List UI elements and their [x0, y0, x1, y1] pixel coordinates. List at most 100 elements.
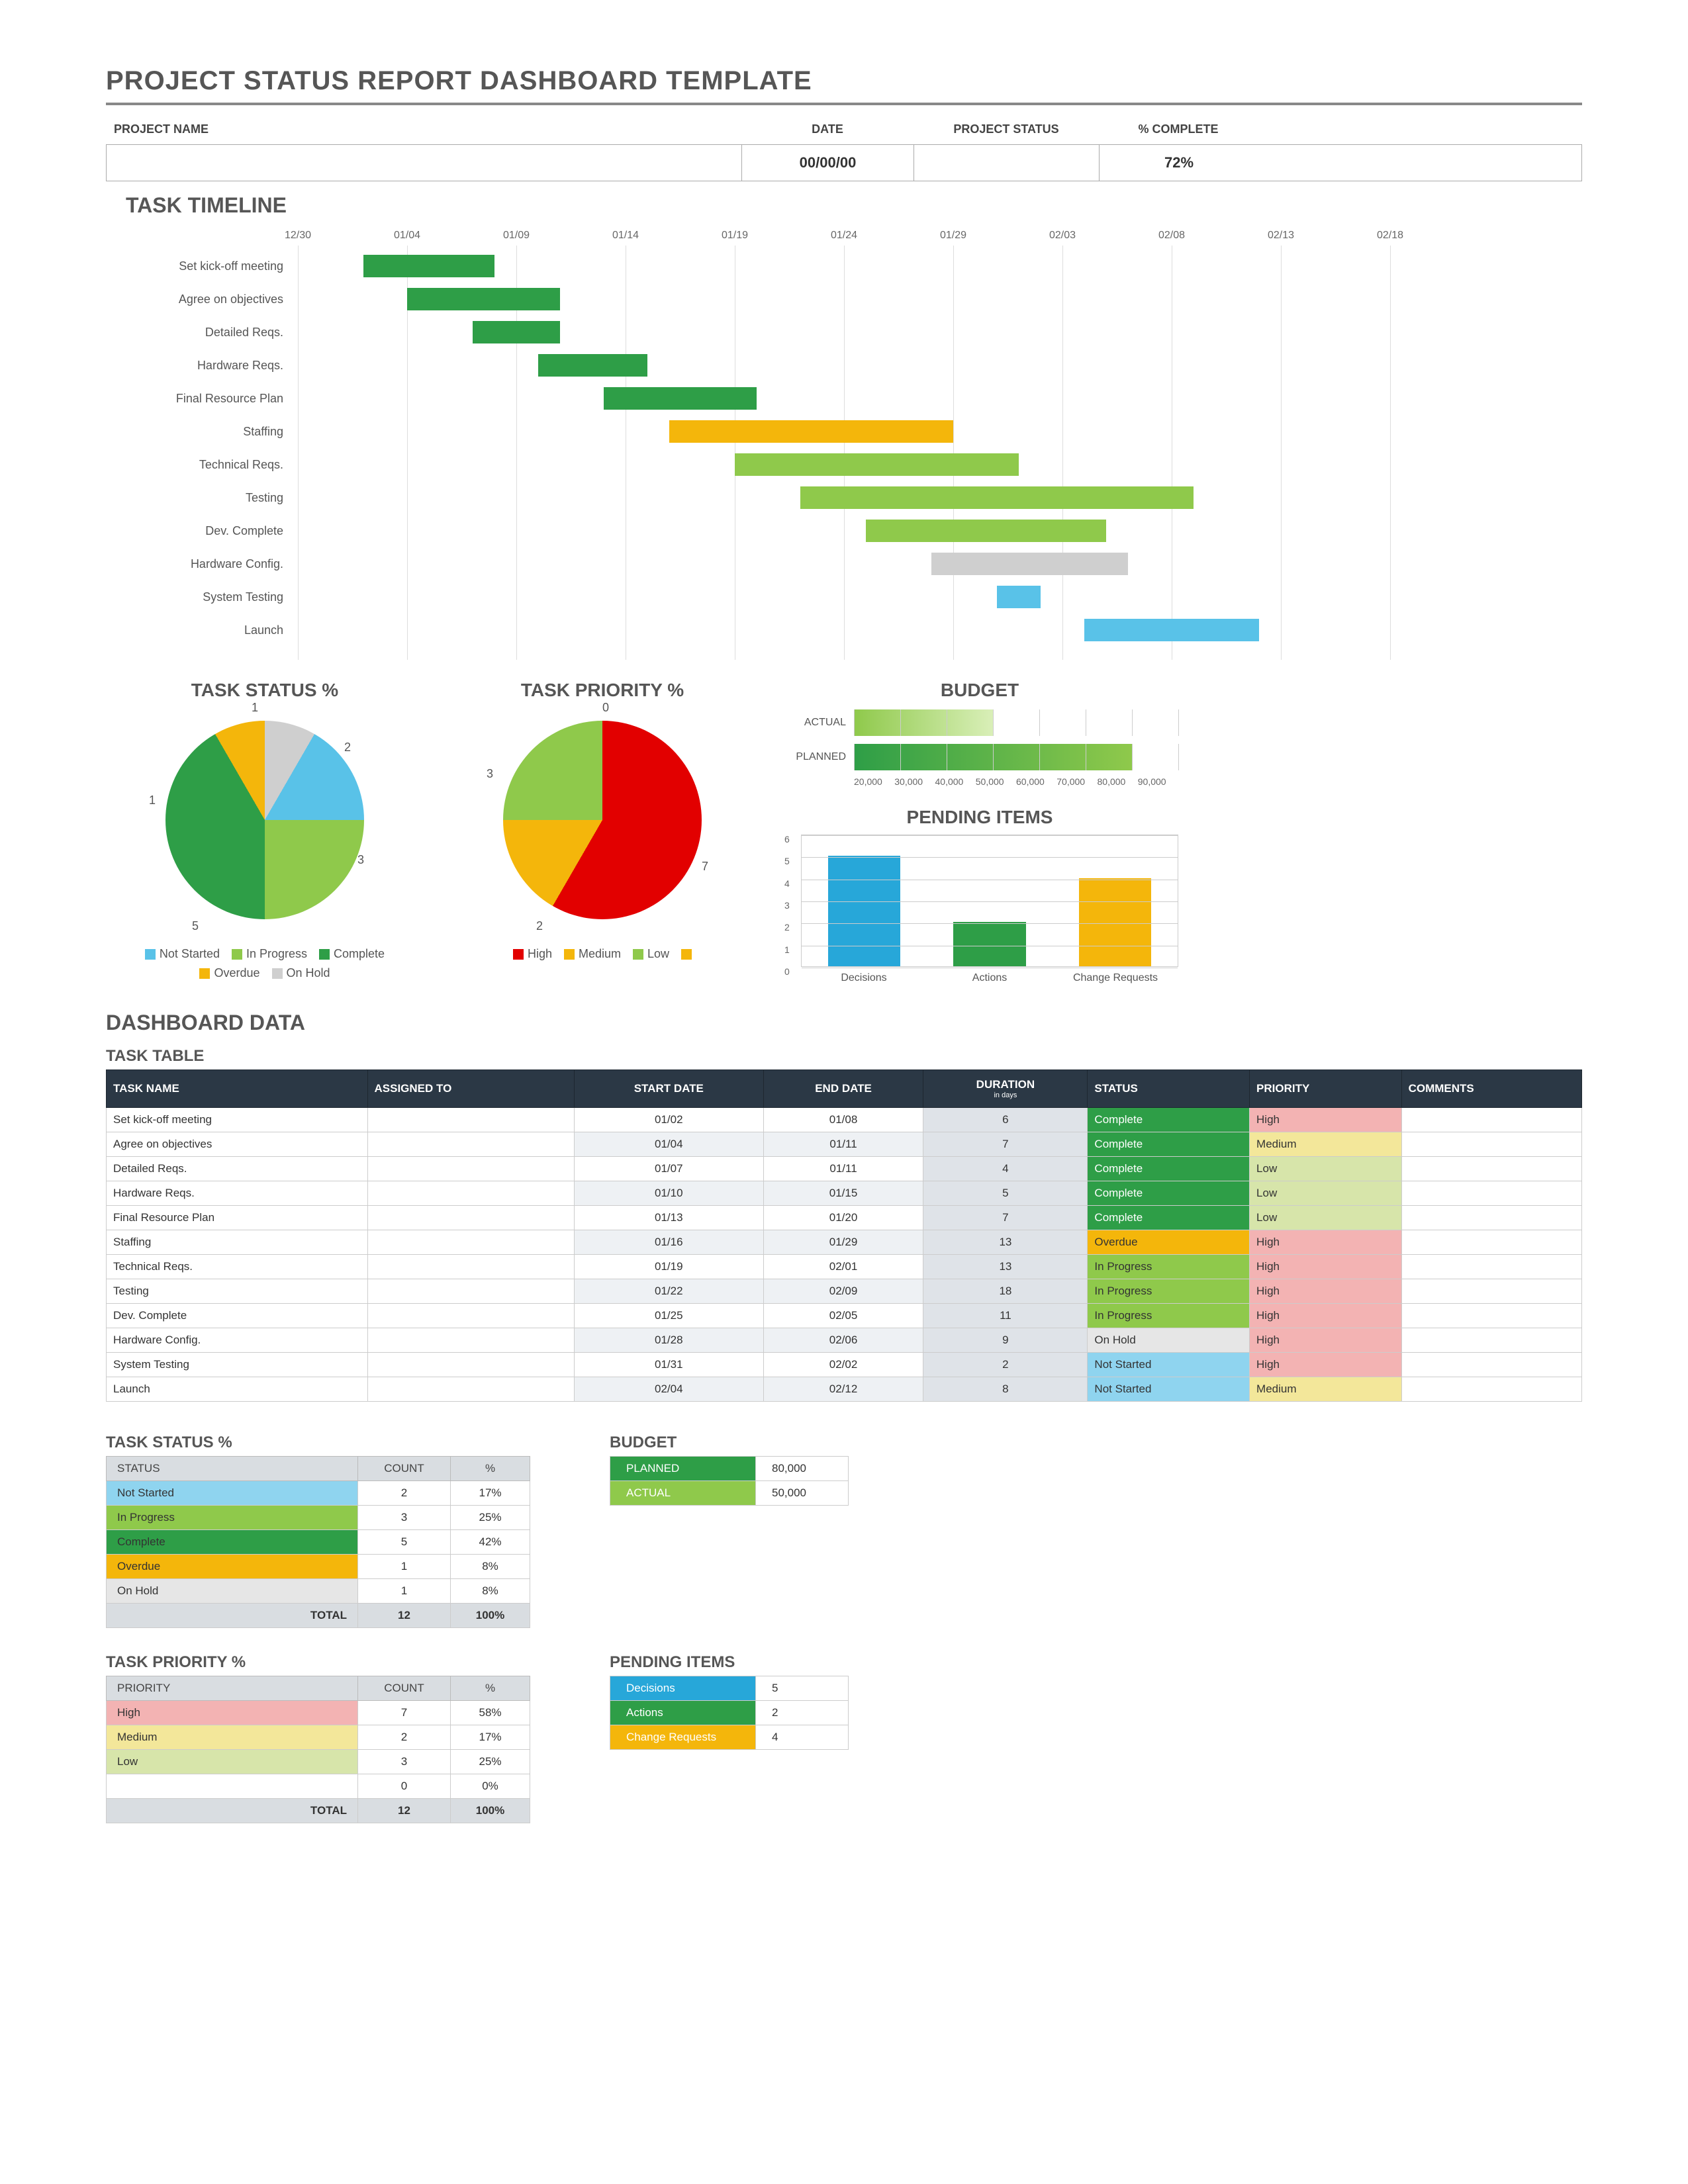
sum-pct: 8%	[451, 1579, 530, 1604]
cell-assigned[interactable]	[367, 1304, 574, 1328]
cell-assigned[interactable]	[367, 1132, 574, 1157]
cell-end[interactable]: 02/09	[763, 1279, 923, 1304]
cell-comments[interactable]	[1401, 1181, 1581, 1206]
cell-comments[interactable]	[1401, 1157, 1581, 1181]
cell-comments[interactable]	[1401, 1377, 1581, 1402]
value-date[interactable]: 00/00/00	[742, 145, 914, 181]
cell-start[interactable]: 01/31	[574, 1353, 763, 1377]
cell-task-name[interactable]: Detailed Reqs.	[107, 1157, 368, 1181]
cell-task-name[interactable]: Launch	[107, 1377, 368, 1402]
legend-item: Not Started	[145, 947, 220, 961]
cell-status[interactable]: Not Started	[1088, 1353, 1250, 1377]
pending-y-tick: 1	[784, 944, 790, 955]
sum-pct: 0%	[451, 1774, 530, 1799]
cell-status[interactable]: Complete	[1088, 1181, 1250, 1206]
cell-priority[interactable]: High	[1250, 1279, 1402, 1304]
cell-task-name[interactable]: Agree on objectives	[107, 1132, 368, 1157]
cell-task-name[interactable]: Hardware Reqs.	[107, 1181, 368, 1206]
cell-start[interactable]: 01/13	[574, 1206, 763, 1230]
cell-end[interactable]: 01/29	[763, 1230, 923, 1255]
cell-end[interactable]: 01/08	[763, 1108, 923, 1132]
cell-task-name[interactable]: Dev. Complete	[107, 1304, 368, 1328]
sum-row: Overdue18%	[107, 1555, 530, 1579]
cell-assigned[interactable]	[367, 1181, 574, 1206]
gantt-bar	[866, 520, 1106, 542]
sub-task-status: TASK STATUS %	[106, 1433, 530, 1452]
cell-priority[interactable]: Medium	[1250, 1132, 1402, 1157]
cell-start[interactable]: 01/10	[574, 1181, 763, 1206]
cell-task-name[interactable]: Technical Reqs.	[107, 1255, 368, 1279]
cell-comments[interactable]	[1401, 1255, 1581, 1279]
cell-assigned[interactable]	[367, 1206, 574, 1230]
cell-comments[interactable]	[1401, 1206, 1581, 1230]
cell-end[interactable]: 02/05	[763, 1304, 923, 1328]
cell-comments[interactable]	[1401, 1132, 1581, 1157]
cell-status[interactable]: On Hold	[1088, 1328, 1250, 1353]
cell-start[interactable]: 01/16	[574, 1230, 763, 1255]
legend-item: Complete	[319, 947, 385, 961]
cell-priority[interactable]: Low	[1250, 1181, 1402, 1206]
cell-task-name[interactable]: Hardware Config.	[107, 1328, 368, 1353]
cell-start[interactable]: 02/04	[574, 1377, 763, 1402]
cell-start[interactable]: 01/04	[574, 1132, 763, 1157]
cell-start[interactable]: 01/28	[574, 1328, 763, 1353]
cell-comments[interactable]	[1401, 1108, 1581, 1132]
cell-start[interactable]: 01/19	[574, 1255, 763, 1279]
cell-start[interactable]: 01/02	[574, 1108, 763, 1132]
cell-end[interactable]: 01/11	[763, 1157, 923, 1181]
cell-priority[interactable]: Low	[1250, 1206, 1402, 1230]
cell-assigned[interactable]	[367, 1353, 574, 1377]
cell-status[interactable]: Complete	[1088, 1108, 1250, 1132]
cell-task-name[interactable]: Set kick-off meeting	[107, 1108, 368, 1132]
cell-comments[interactable]	[1401, 1328, 1581, 1353]
cell-priority[interactable]: High	[1250, 1108, 1402, 1132]
budget-bar	[854, 709, 993, 736]
cell-assigned[interactable]	[367, 1328, 574, 1353]
cell-end[interactable]: 01/15	[763, 1181, 923, 1206]
value-project-name[interactable]	[107, 145, 742, 181]
cell-status[interactable]: In Progress	[1088, 1279, 1250, 1304]
cell-comments[interactable]	[1401, 1230, 1581, 1255]
cell-task-name[interactable]: Final Resource Plan	[107, 1206, 368, 1230]
cell-comments[interactable]	[1401, 1304, 1581, 1328]
cell-assigned[interactable]	[367, 1230, 574, 1255]
cell-status[interactable]: Overdue	[1088, 1230, 1250, 1255]
cell-priority[interactable]: Medium	[1250, 1377, 1402, 1402]
cell-duration: 7	[923, 1206, 1088, 1230]
sum-label: Medium	[107, 1725, 358, 1750]
cell-task-name[interactable]: Staffing	[107, 1230, 368, 1255]
cell-assigned[interactable]	[367, 1255, 574, 1279]
cell-end[interactable]: 02/01	[763, 1255, 923, 1279]
cell-status[interactable]: Not Started	[1088, 1377, 1250, 1402]
cell-comments[interactable]	[1401, 1279, 1581, 1304]
cell-start[interactable]: 01/25	[574, 1304, 763, 1328]
cell-end[interactable]: 02/12	[763, 1377, 923, 1402]
cell-task-name[interactable]: Testing	[107, 1279, 368, 1304]
cell-priority[interactable]: High	[1250, 1230, 1402, 1255]
cell-assigned[interactable]	[367, 1279, 574, 1304]
cell-status[interactable]: Complete	[1088, 1206, 1250, 1230]
cell-status[interactable]: In Progress	[1088, 1255, 1250, 1279]
value-project-status[interactable]	[914, 145, 1100, 181]
cell-assigned[interactable]	[367, 1157, 574, 1181]
sum-label	[107, 1774, 358, 1799]
cell-priority[interactable]: High	[1250, 1328, 1402, 1353]
cell-assigned[interactable]	[367, 1377, 574, 1402]
cell-priority[interactable]: High	[1250, 1304, 1402, 1328]
cell-start[interactable]: 01/22	[574, 1279, 763, 1304]
cell-assigned[interactable]	[367, 1108, 574, 1132]
budget-bar-label: ACTUAL	[781, 717, 854, 729]
cell-end[interactable]: 02/02	[763, 1353, 923, 1377]
cell-end[interactable]: 01/20	[763, 1206, 923, 1230]
cell-end[interactable]: 01/11	[763, 1132, 923, 1157]
cell-status[interactable]: Complete	[1088, 1132, 1250, 1157]
cell-priority[interactable]: High	[1250, 1353, 1402, 1377]
cell-priority[interactable]: Low	[1250, 1157, 1402, 1181]
cell-start[interactable]: 01/07	[574, 1157, 763, 1181]
cell-end[interactable]: 02/06	[763, 1328, 923, 1353]
cell-status[interactable]: In Progress	[1088, 1304, 1250, 1328]
cell-status[interactable]: Complete	[1088, 1157, 1250, 1181]
cell-task-name[interactable]: System Testing	[107, 1353, 368, 1377]
cell-comments[interactable]	[1401, 1353, 1581, 1377]
cell-priority[interactable]: High	[1250, 1255, 1402, 1279]
